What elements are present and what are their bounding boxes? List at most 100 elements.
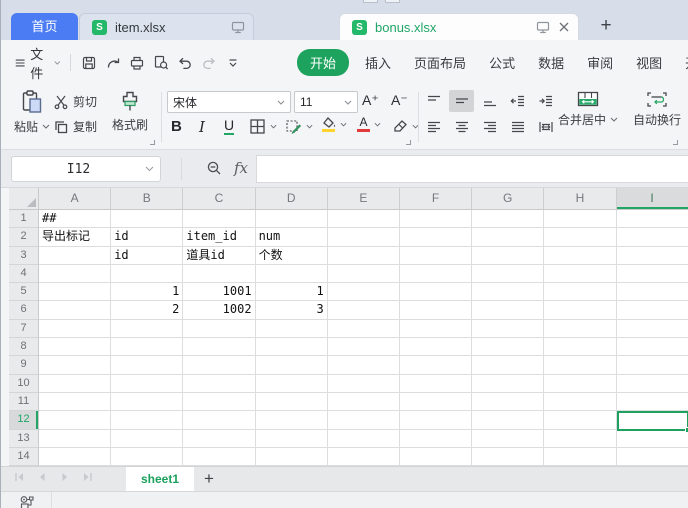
cell-C3[interactable]: 道具id: [183, 247, 255, 265]
paste-button[interactable]: 粘贴: [11, 89, 53, 135]
cell-G13[interactable]: [472, 430, 544, 448]
font-name-select[interactable]: 宋体: [167, 91, 291, 113]
row-header-13[interactable]: 13: [9, 430, 39, 448]
cell-F9[interactable]: [400, 356, 472, 374]
draw-border-button[interactable]: [285, 118, 313, 135]
print-preview-icon[interactable]: [152, 54, 169, 71]
cell-A2[interactable]: 导出标记: [39, 228, 111, 246]
cell-E7[interactable]: [328, 320, 400, 338]
cell-G3[interactable]: [472, 247, 544, 265]
align-right-button[interactable]: [477, 116, 502, 138]
grow-font-button[interactable]: A⁺: [362, 92, 379, 109]
tab-bonus-xlsx[interactable]: S bonus.xlsx: [339, 13, 579, 40]
cell-D10[interactable]: [256, 375, 328, 393]
cell-I1[interactable]: [617, 210, 688, 228]
fill-color-button[interactable]: [321, 117, 347, 132]
align-center-button[interactable]: [449, 116, 474, 138]
cell-C13[interactable]: [183, 430, 255, 448]
menu-item-插入[interactable]: 插入: [365, 53, 391, 72]
cell-H3[interactable]: [544, 247, 616, 265]
cell-G14[interactable]: [472, 448, 544, 466]
column-header-I[interactable]: I: [617, 188, 688, 210]
menu-item-页面布局[interactable]: 页面布局: [414, 53, 466, 72]
cell-F5[interactable]: [400, 283, 472, 301]
merge-center-button[interactable]: 合并居中: [555, 91, 621, 128]
row-header-14[interactable]: 14: [9, 448, 39, 466]
cell-C8[interactable]: [183, 338, 255, 356]
cell-E1[interactable]: [328, 210, 400, 228]
cell-H11[interactable]: [544, 393, 616, 411]
cell-A4[interactable]: [39, 265, 111, 283]
align-middle-button[interactable]: [449, 90, 474, 112]
cell-H12[interactable]: [544, 411, 616, 429]
cell-C12[interactable]: [183, 411, 255, 429]
cell-E13[interactable]: [328, 430, 400, 448]
cell-A10[interactable]: [39, 375, 111, 393]
cell-D12[interactable]: [256, 411, 328, 429]
cell-F4[interactable]: [400, 265, 472, 283]
monitor-icon[interactable]: [231, 21, 245, 34]
align-top-button[interactable]: [421, 90, 446, 112]
cell-E9[interactable]: [328, 356, 400, 374]
cell-A11[interactable]: [39, 393, 111, 411]
cell-I13[interactable]: [617, 430, 688, 448]
save-icon[interactable]: [80, 54, 97, 71]
menu-item-公式[interactable]: 公式: [489, 53, 515, 72]
clipboard-group-launcher[interactable]: [150, 140, 155, 145]
cell-E12[interactable]: [328, 411, 400, 429]
cell-H8[interactable]: [544, 338, 616, 356]
cell-D8[interactable]: [256, 338, 328, 356]
cell-C7[interactable]: [183, 320, 255, 338]
clear-button[interactable]: [391, 118, 419, 134]
cell-B11[interactable]: [111, 393, 183, 411]
align-left-button[interactable]: [421, 116, 446, 138]
last-sheet-icon[interactable]: [82, 471, 94, 483]
font-group-launcher[interactable]: [406, 140, 411, 145]
cell-F12[interactable]: [400, 411, 472, 429]
cell-D1[interactable]: [256, 210, 328, 228]
cell-I3[interactable]: [617, 247, 688, 265]
cell-G2[interactable]: [472, 228, 544, 246]
cell-H6[interactable]: [544, 301, 616, 319]
cell-B13[interactable]: [111, 430, 183, 448]
cell-I7[interactable]: [617, 320, 688, 338]
cell-E5[interactable]: [328, 283, 400, 301]
sheet-tab-sheet1[interactable]: sheet1: [126, 467, 194, 492]
toolbar-more-icon[interactable]: [224, 54, 241, 71]
column-header-B[interactable]: B: [111, 188, 183, 210]
redo-icon[interactable]: [200, 54, 217, 71]
cell-F2[interactable]: [400, 228, 472, 246]
select-all-corner[interactable]: [9, 188, 39, 210]
cell-I6[interactable]: [617, 301, 688, 319]
cell-D5[interactable]: 1: [256, 283, 328, 301]
row-header-4[interactable]: 4: [9, 265, 39, 283]
cell-A7[interactable]: [39, 320, 111, 338]
cell-H13[interactable]: [544, 430, 616, 448]
cell-D9[interactable]: [256, 356, 328, 374]
row-header-9[interactable]: 9: [9, 356, 39, 374]
macro-icon[interactable]: [19, 495, 37, 508]
cell-B10[interactable]: [111, 375, 183, 393]
cell-A14[interactable]: [39, 448, 111, 466]
new-document-button[interactable]: +: [596, 16, 616, 36]
cell-A12[interactable]: [39, 411, 111, 429]
cell-C9[interactable]: [183, 356, 255, 374]
copy-button[interactable]: 复制: [53, 118, 97, 135]
cell-I9[interactable]: [617, 356, 688, 374]
cell-D14[interactable]: [256, 448, 328, 466]
cell-A5[interactable]: [39, 283, 111, 301]
cell-A1[interactable]: ##: [39, 210, 111, 228]
cell-C11[interactable]: [183, 393, 255, 411]
italic-button[interactable]: I: [199, 118, 205, 136]
shrink-font-button[interactable]: A⁻: [391, 92, 408, 109]
cell-F6[interactable]: [400, 301, 472, 319]
cell-G6[interactable]: [472, 301, 544, 319]
row-header-2[interactable]: 2: [9, 228, 39, 246]
cell-E2[interactable]: [328, 228, 400, 246]
font-color-button[interactable]: A: [357, 117, 381, 132]
underline-button[interactable]: U: [224, 118, 234, 135]
cell-C14[interactable]: [183, 448, 255, 466]
cell-F10[interactable]: [400, 375, 472, 393]
cell-B4[interactable]: [111, 265, 183, 283]
row-header-5[interactable]: 5: [9, 283, 39, 301]
